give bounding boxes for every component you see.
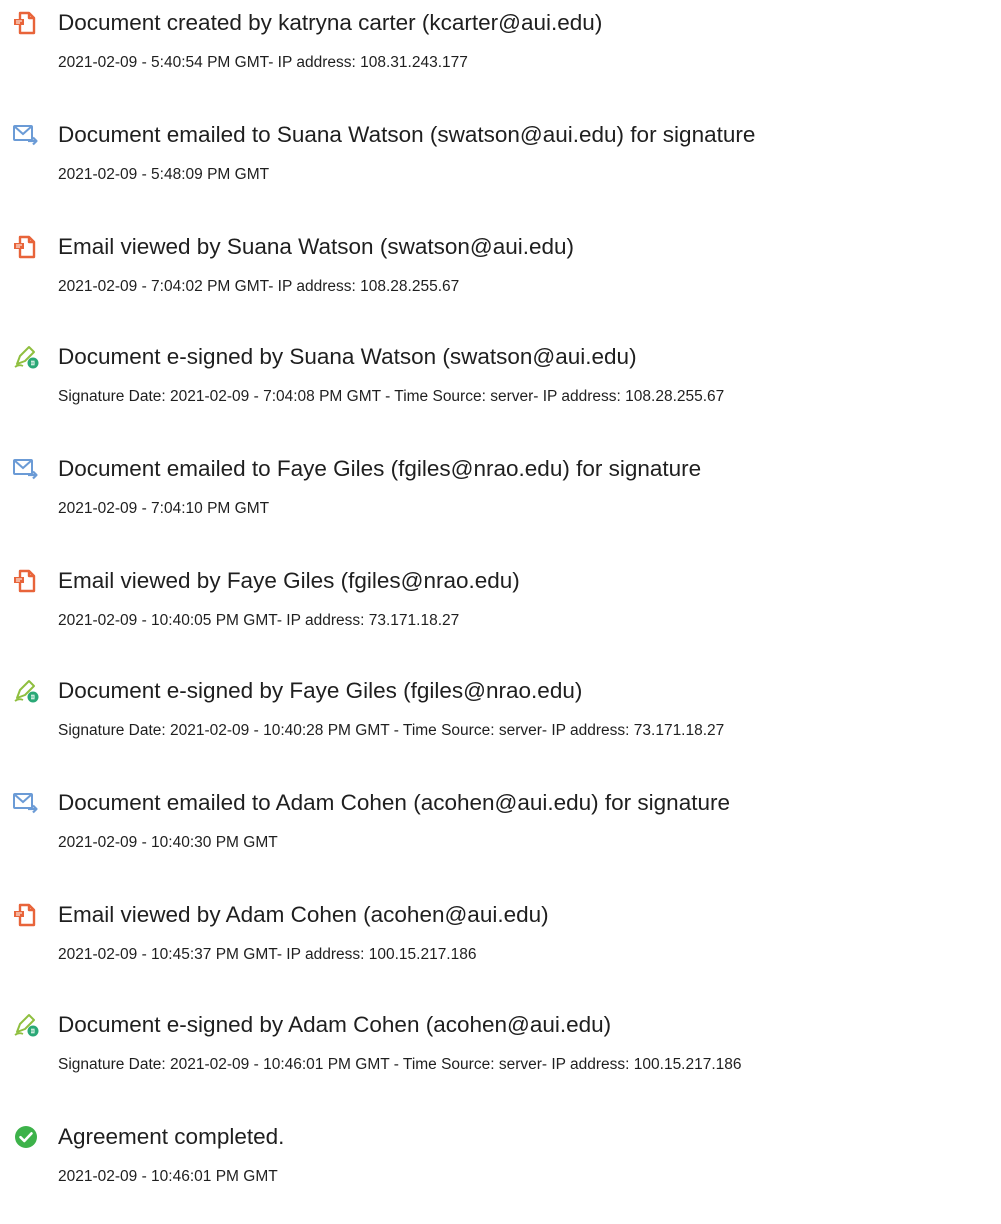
event-detail: Signature Date: 2021-02-09 - 10:40:28 PM… [58, 722, 725, 739]
event-detail: 2021-02-09 - 5:40:54 PM GMT- IP address:… [58, 54, 468, 71]
pen-signed-icon [12, 678, 40, 704]
event-detail: 2021-02-09 - 10:40:05 PM GMT- IP address… [58, 612, 460, 629]
event-detail: 2021-02-09 - 10:45:37 PM GMT- IP address… [58, 946, 477, 963]
checkmark-complete-icon [12, 1124, 40, 1150]
event-title: Agreement completed. [58, 1124, 285, 1149]
event-detail: 2021-02-09 - 7:04:02 PM GMT- IP address:… [58, 278, 460, 295]
audit-log: Document created by katryna carter (kcar… [0, 0, 1001, 1224]
event-title: Document e-signed by Adam Cohen (acohen@… [58, 1012, 612, 1037]
email-sent-icon [12, 790, 40, 816]
event-title: Document created by katryna carter (kcar… [58, 10, 603, 35]
event-detail: Signature Date: 2021-02-09 - 7:04:08 PM … [58, 388, 725, 405]
event-detail: 2021-02-09 - 5:48:09 PM GMT [58, 166, 270, 183]
email-sent-icon [12, 456, 40, 482]
pen-signed-icon [12, 344, 40, 370]
event-title: Document emailed to Suana Watson (swatso… [58, 122, 756, 147]
event-title: Email viewed by Faye Giles (fgiles@nrao.… [58, 568, 520, 593]
event-title: Email viewed by Suana Watson (swatson@au… [58, 234, 575, 259]
document-viewed-icon [12, 902, 40, 928]
event-detail: 2021-02-09 - 10:46:01 PM GMT [58, 1168, 278, 1185]
event-title: Document emailed to Faye Giles (fgiles@n… [58, 456, 702, 481]
event-title: Document e-signed by Faye Giles (fgiles@… [58, 678, 583, 703]
event-title: Document emailed to Adam Cohen (acohen@a… [58, 790, 730, 815]
document-viewed-icon [12, 234, 40, 260]
event-detail: 2021-02-09 - 10:40:30 PM GMT [58, 834, 278, 851]
event-title: Email viewed by Adam Cohen (acohen@aui.e… [58, 902, 549, 927]
event-detail: Signature Date: 2021-02-09 - 10:46:01 PM… [58, 1056, 742, 1073]
document-viewed-icon [12, 568, 40, 594]
event-detail: 2021-02-09 - 7:04:10 PM GMT [58, 500, 270, 517]
document-created-icon [12, 10, 40, 36]
event-title: Document e-signed by Suana Watson (swats… [58, 344, 637, 369]
email-sent-icon [12, 122, 40, 148]
pen-signed-icon [12, 1012, 40, 1038]
